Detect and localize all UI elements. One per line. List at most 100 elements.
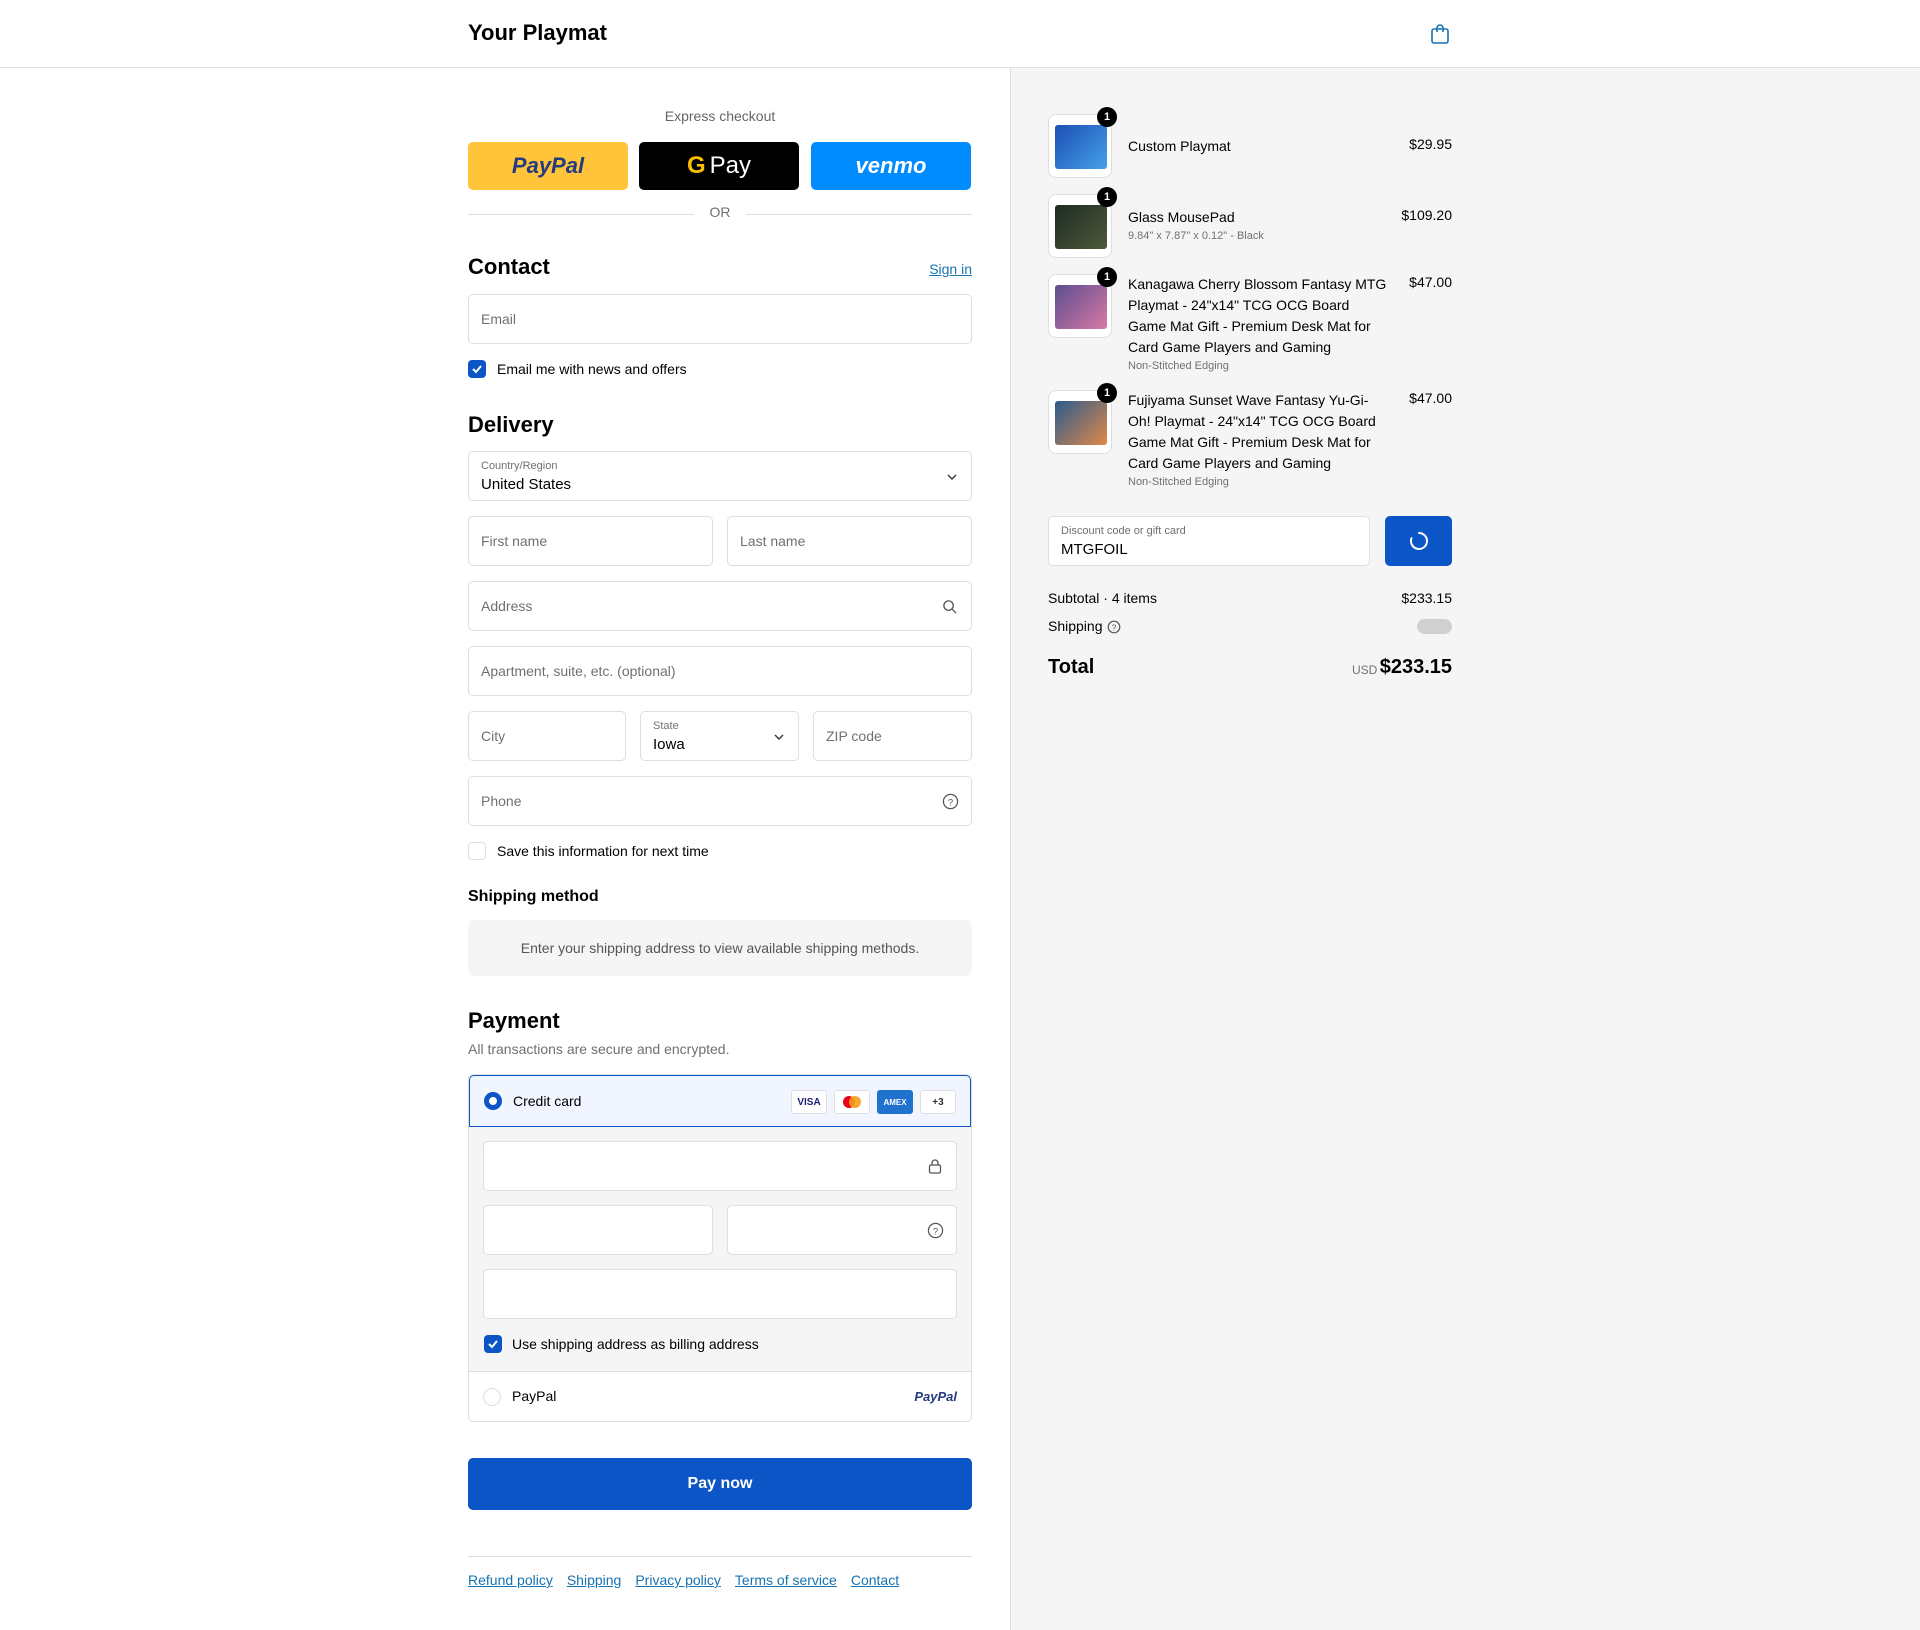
svg-text:?: ? xyxy=(933,1226,938,1237)
paypal-logo: PayPal xyxy=(511,153,585,178)
apartment-field[interactable]: Apartment, suite, etc. (optional) xyxy=(468,646,972,696)
shipping-loading-placeholder xyxy=(1417,619,1452,634)
expiration-date-field[interactable] xyxy=(483,1205,713,1255)
gpay-label: Pay xyxy=(709,152,752,179)
paypal-express-button[interactable]: PayPal xyxy=(468,142,628,190)
payment-subtitle: All transactions are secure and encrypte… xyxy=(468,1041,730,1057)
shipping-label: Shipping xyxy=(1048,618,1103,634)
lock-icon xyxy=(928,1159,942,1174)
product-thumbnail: 1 xyxy=(1048,107,1117,178)
paypal-option[interactable]: PayPal PayPal xyxy=(469,1371,971,1421)
security-code-field[interactable]: ? xyxy=(727,1205,957,1255)
google-g-icon: G xyxy=(686,152,706,179)
payment-heading: Payment xyxy=(468,1008,560,1033)
first-name-field[interactable]: First name xyxy=(468,516,713,566)
quantity-badge: 1 xyxy=(1097,383,1117,403)
product-price: $47.00 xyxy=(1409,390,1452,406)
last-name-placeholder: Last name xyxy=(740,533,806,549)
subtotal-value: $233.15 xyxy=(1401,590,1452,606)
svg-text:?: ? xyxy=(948,797,953,808)
quantity-badge: 1 xyxy=(1097,107,1117,127)
loading-spinner-icon xyxy=(1410,532,1428,550)
store-brand[interactable]: Your Playmat xyxy=(468,20,607,46)
check-icon xyxy=(488,1340,498,1349)
visa-icon: VISA xyxy=(791,1090,827,1114)
help-icon[interactable]: ? xyxy=(1107,620,1121,634)
news-checkbox[interactable] xyxy=(468,360,486,378)
search-icon xyxy=(943,600,957,614)
billing-label: Use shipping address as billing address xyxy=(512,1336,759,1352)
paypal-radio[interactable] xyxy=(483,1388,501,1406)
amex-icon: AMEX xyxy=(877,1090,913,1114)
contact-link[interactable]: Contact xyxy=(851,1572,899,1588)
subtotal-label: Subtotal · 4 items xyxy=(1048,590,1157,606)
credit-card-radio[interactable] xyxy=(484,1092,502,1110)
city-field[interactable]: City xyxy=(468,711,626,761)
product-variant: 9.84" x 7.87" x 0.12" - Black xyxy=(1128,230,1264,242)
credit-card-option[interactable]: Credit card VISA AMEX +3 xyxy=(469,1075,971,1127)
product-name: Fujiyama Sunset Wave Fantasy Yu-Gi-Oh! P… xyxy=(1128,392,1376,471)
product-name: Custom Playmat xyxy=(1128,138,1231,154)
terms-of-service-link[interactable]: Terms of service xyxy=(735,1572,837,1588)
city-placeholder: City xyxy=(481,728,506,744)
refund-policy-link[interactable]: Refund policy xyxy=(468,1572,553,1588)
privacy-policy-link[interactable]: Privacy policy xyxy=(635,1572,721,1588)
venmo-express-button[interactable]: venmo xyxy=(811,142,971,190)
phone-placeholder: Phone xyxy=(481,793,522,809)
state-label: State xyxy=(653,720,679,732)
apply-discount-button[interactable] xyxy=(1385,516,1452,566)
more-cards-badge: +3 xyxy=(920,1090,956,1114)
zip-placeholder: ZIP code xyxy=(826,728,882,744)
country-select[interactable]: Country/Region United States xyxy=(468,451,972,501)
email-placeholder: Email xyxy=(481,311,517,327)
quantity-badge: 1 xyxy=(1097,187,1117,207)
name-on-card-field[interactable] xyxy=(483,1269,957,1319)
discount-label: Discount code or gift card xyxy=(1061,525,1186,537)
save-info-checkbox[interactable] xyxy=(468,842,486,860)
or-text: OR xyxy=(709,204,731,220)
email-field[interactable]: Email xyxy=(468,294,972,344)
product-variant: Non-Stitched Edging xyxy=(1128,476,1229,488)
product-thumbnail: 1 xyxy=(1048,383,1117,454)
gpay-express-button[interactable]: G Pay xyxy=(639,142,799,190)
discount-value: MTGFOIL xyxy=(1061,541,1128,558)
mastercard-icon xyxy=(834,1090,870,1114)
product-image xyxy=(1055,401,1107,445)
currency-code: USD xyxy=(1352,663,1378,677)
address-field[interactable]: Address xyxy=(468,581,972,631)
paypal-label: PayPal xyxy=(512,1388,557,1404)
product-image xyxy=(1055,125,1107,169)
discount-code-field[interactable]: Discount code or gift card MTGFOIL xyxy=(1048,516,1370,566)
phone-field[interactable]: Phone ? xyxy=(468,776,972,826)
svg-text:?: ? xyxy=(1112,623,1117,632)
pay-now-button[interactable]: Pay now xyxy=(468,1458,972,1510)
zip-field[interactable]: ZIP code xyxy=(813,711,972,761)
footer-divider xyxy=(468,1556,972,1557)
product-price: $29.95 xyxy=(1409,136,1452,152)
state-select[interactable]: State Iowa xyxy=(640,711,799,761)
help-icon[interactable]: ? xyxy=(927,1222,944,1239)
billing-checkbox[interactable] xyxy=(484,1335,502,1353)
first-name-placeholder: First name xyxy=(481,533,548,549)
chevron-down-icon xyxy=(774,734,784,740)
news-label: Email me with news and offers xyxy=(497,361,687,377)
express-checkout-label: Express checkout xyxy=(664,108,776,124)
footer-links: Refund policy Shipping Privacy policy Te… xyxy=(468,1572,899,1588)
product-name: Kanagawa Cherry Blossom Fantasy MTG Play… xyxy=(1128,276,1387,355)
paypal-logo: PayPal xyxy=(914,1389,957,1404)
shipping-method-heading: Shipping method xyxy=(468,888,599,905)
product-price: $109.20 xyxy=(1401,207,1452,223)
sign-in-link[interactable]: Sign in xyxy=(929,261,972,277)
product-name: Glass MousePad xyxy=(1128,209,1235,225)
state-value: Iowa xyxy=(653,736,685,753)
shopping-bag-icon[interactable] xyxy=(1428,22,1452,46)
shipping-link[interactable]: Shipping xyxy=(567,1572,622,1588)
card-number-field[interactable] xyxy=(483,1141,957,1191)
credit-card-form: ? Use shipping address as billing addres… xyxy=(469,1127,971,1371)
chevron-down-icon xyxy=(947,474,957,480)
save-info-label: Save this information for next time xyxy=(497,843,709,859)
credit-card-label: Credit card xyxy=(513,1093,582,1109)
help-icon[interactable]: ? xyxy=(942,793,959,810)
total-value: $233.15 xyxy=(1379,656,1452,678)
last-name-field[interactable]: Last name xyxy=(727,516,972,566)
